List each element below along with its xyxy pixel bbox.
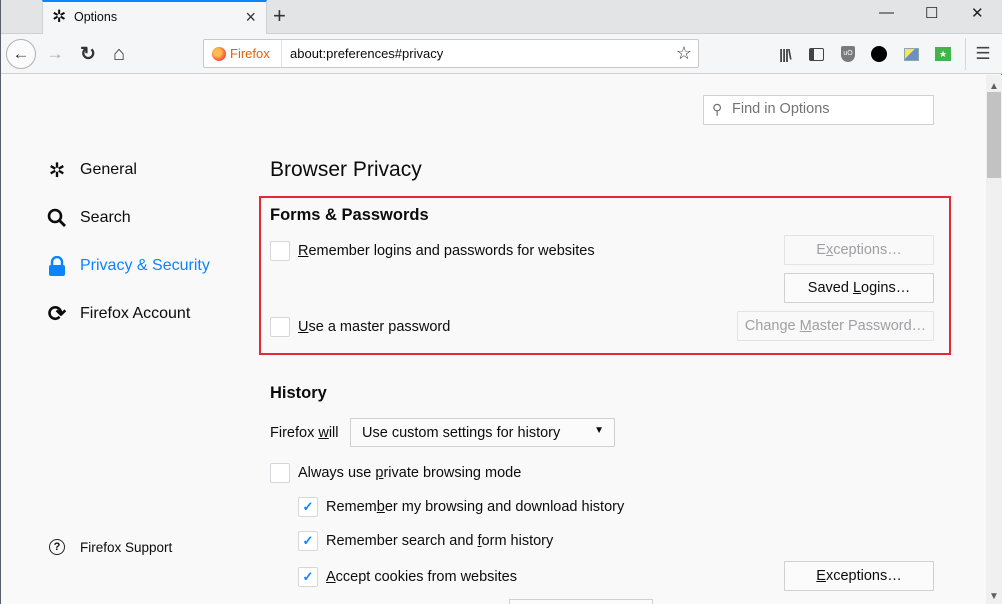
history-heading: History: [270, 384, 327, 402]
remember-search-label: Remember search and form history: [326, 533, 554, 549]
hamburger-menu-icon[interactable]: ☰: [973, 44, 993, 64]
checkmark-icon: ✓: [302, 533, 314, 548]
gear-icon: ✲: [52, 7, 67, 26]
new-tab-button[interactable]: +: [273, 4, 286, 28]
saved-logins-button[interactable]: Saved Logins…: [784, 273, 934, 303]
tab-title: Options: [74, 10, 118, 24]
remember-search-checkbox-row[interactable]: ✓ Remember search and form history: [298, 531, 553, 551]
cookie-exceptions-button[interactable]: Exceptions…: [784, 561, 934, 591]
firefox-support-link[interactable]: ? Firefox Support: [49, 539, 172, 555]
bookmark-star-icon[interactable]: ☆: [676, 43, 692, 64]
scrollbar-thumb[interactable]: [987, 92, 1001, 178]
accept-cookies-label: Accept cookies from websites: [326, 569, 517, 585]
forms-passwords-heading: Forms & Passwords: [270, 206, 429, 224]
vertical-scrollbar[interactable]: ▲ ▼: [986, 75, 1002, 604]
private-mode-checkbox[interactable]: [270, 463, 290, 483]
accept-cookies-checkbox-row[interactable]: ✓ Accept cookies from websites: [298, 567, 517, 587]
extension-screens-icon[interactable]: [901, 44, 921, 64]
identity-box[interactable]: Firefox: [204, 40, 282, 67]
library-icon[interactable]: |||\: [775, 44, 795, 64]
lock-icon: [46, 255, 68, 277]
close-tab-icon[interactable]: ×: [245, 7, 256, 27]
master-password-label: Use a master password: [298, 319, 451, 335]
sidebar-item-label: Search: [80, 209, 131, 226]
tab-options[interactable]: ✲ Options ×: [42, 0, 267, 34]
sidebar-toggle-icon[interactable]: [806, 44, 826, 64]
checkmark-icon: ✓: [302, 569, 314, 584]
remember-browsing-label: Remember my browsing and download histor…: [326, 499, 625, 515]
sidebar-item-label: Privacy & Security: [80, 257, 210, 274]
preferences-content: ⚲ ✲ General Search Privacy & Security ⟳ …: [1, 75, 986, 604]
remember-browsing-checkbox-row[interactable]: ✓ Remember my browsing and download hist…: [298, 497, 624, 517]
private-mode-checkbox-row[interactable]: Always use private browsing mode: [270, 463, 521, 483]
identity-label: Firefox: [230, 46, 270, 61]
forward-button[interactable]: →: [41, 40, 69, 68]
gear-icon: ✲: [48, 159, 66, 182]
home-icon: ⌂: [112, 42, 126, 65]
reload-button[interactable]: ↻: [74, 40, 102, 68]
firefox-will-label: Firefox will: [270, 425, 339, 441]
dropdown-arrow-icon: ▼: [594, 425, 604, 436]
forward-arrow-icon: →: [46, 44, 64, 63]
sidebar-item-privacy-security[interactable]: Privacy & Security: [46, 252, 210, 280]
remember-logins-checkbox-row[interactable]: Remember logins and passwords for websit…: [270, 241, 595, 261]
history-mode-select[interactable]: Use custom settings for history ▼: [350, 418, 615, 447]
private-mode-label: Always use private browsing mode: [298, 465, 522, 481]
close-window-button[interactable]: ✕: [971, 4, 984, 22]
tab-strip: ✲ Options × + — ☐ ✕: [1, 0, 1002, 34]
history-mode-value: Use custom settings for history: [362, 425, 561, 441]
back-button[interactable]: ←: [6, 39, 36, 69]
url-bar[interactable]: Firefox about:preferences#privacy ☆: [203, 39, 699, 68]
change-master-password-button[interactable]: Change Master Password…: [737, 311, 934, 341]
reload-icon: ↻: [80, 43, 96, 65]
sidebar-item-firefox-account[interactable]: ⟳ Firefox Account: [46, 300, 191, 328]
sidebar-item-label: General: [80, 161, 137, 178]
remember-browsing-checkbox[interactable]: ✓: [298, 497, 318, 517]
scroll-up-arrow-icon[interactable]: ▲: [989, 81, 999, 92]
sidebar-item-search[interactable]: Search: [46, 204, 131, 232]
ublock-origin-icon[interactable]: uO: [838, 44, 858, 64]
search-icon: ⚲: [712, 101, 723, 117]
find-in-options-field[interactable]: ⚲: [703, 95, 934, 125]
toolbar-separator: [965, 38, 966, 70]
accept-cookies-checkbox[interactable]: ✓: [298, 567, 318, 587]
maximize-button[interactable]: ☐: [925, 4, 938, 22]
url-input[interactable]: about:preferences#privacy: [290, 46, 443, 61]
remember-logins-label: Remember logins and passwords for websit…: [298, 243, 595, 259]
login-exceptions-button[interactable]: Ex ceptions…: [784, 235, 934, 265]
remember-logins-checkbox[interactable]: [270, 241, 290, 261]
search-icon: [46, 207, 68, 229]
sync-icon: ⟳: [47, 301, 67, 326]
bookmark-extension-icon[interactable]: ★: [933, 44, 953, 64]
find-in-options-input[interactable]: [732, 101, 922, 117]
help-icon: ?: [49, 539, 65, 555]
page-title: Browser Privacy: [270, 158, 422, 181]
checkmark-icon: ✓: [302, 499, 314, 514]
home-button[interactable]: ⌂: [105, 40, 133, 68]
master-password-checkbox[interactable]: [270, 317, 290, 337]
support-label: Firefox Support: [80, 539, 173, 555]
back-arrow-icon: ←: [12, 44, 30, 63]
ghostery-icon[interactable]: [869, 44, 889, 64]
firefox-logo-icon: [212, 46, 226, 61]
cut-off-select[interactable]: [509, 599, 653, 604]
navigation-toolbar: ← → ↻ ⌂ Firefox about:preferences#privac…: [1, 34, 1002, 74]
remember-search-checkbox[interactable]: ✓: [298, 531, 318, 551]
scroll-down-arrow-icon[interactable]: ▼: [989, 591, 999, 602]
minimize-button[interactable]: —: [879, 4, 894, 21]
sidebar-item-label: Firefox Account: [80, 305, 191, 322]
master-password-checkbox-row[interactable]: Use a master password: [270, 317, 450, 337]
sidebar-item-general[interactable]: ✲ General: [46, 156, 137, 184]
